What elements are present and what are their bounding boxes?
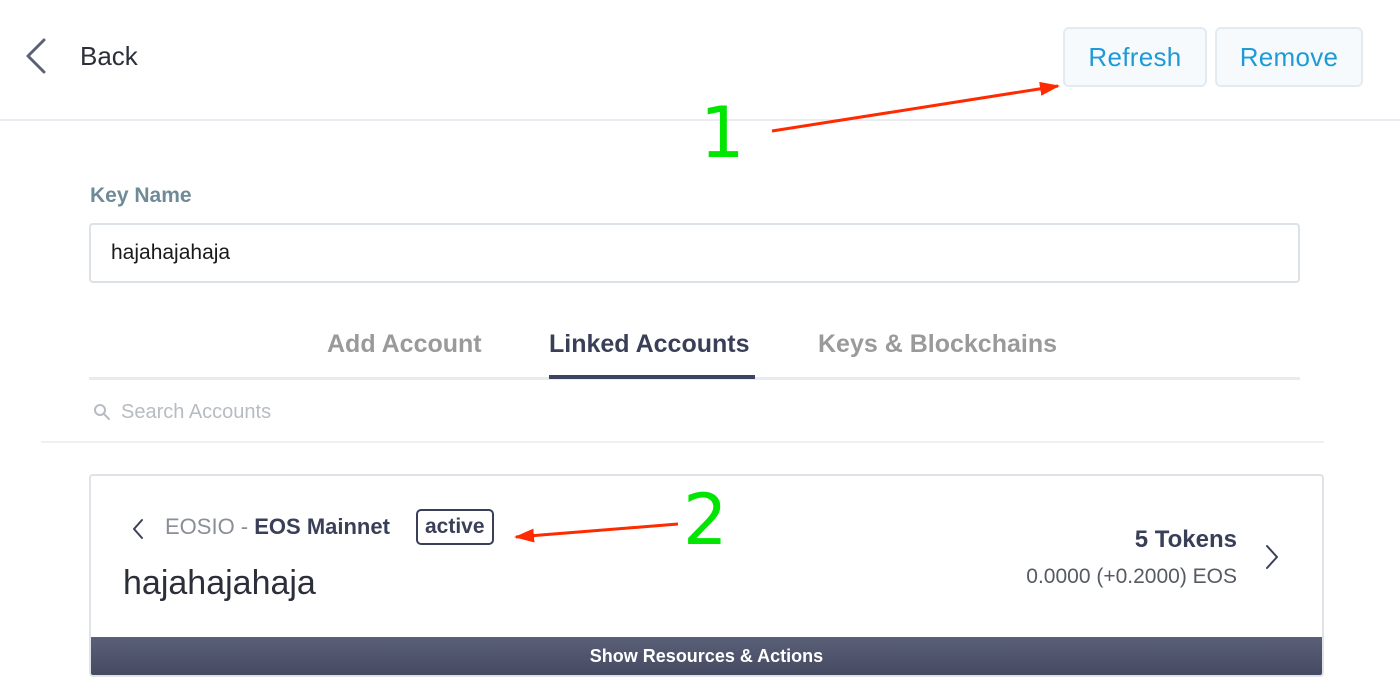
account-name: hajahajahaja [123, 564, 316, 602]
search-icon [94, 404, 110, 420]
tab-bar: Add Account Linked Accounts Keys & Block… [89, 318, 1300, 380]
chevron-left-icon [26, 38, 46, 74]
back-label: Back [80, 40, 138, 71]
annotation-number-2: 2 [683, 479, 728, 561]
token-count: 5 Tokens [1134, 526, 1237, 553]
active-tab-indicator [549, 375, 755, 379]
account-balance: 0.0000 (+0.2000) EOS [1026, 565, 1237, 588]
chain-prefix: EOSIO [165, 514, 235, 539]
tab-add-account[interactable]: Add Account [327, 330, 482, 359]
back-button[interactable]: Back [24, 36, 138, 76]
tab-keys-blockchains[interactable]: Keys & Blockchains [818, 330, 1057, 359]
key-name-input[interactable]: hajahajahaja [89, 223, 1300, 283]
permission-badge: active [416, 509, 494, 545]
refresh-button[interactable]: Refresh [1063, 27, 1207, 87]
chevron-right-icon[interactable] [1264, 544, 1280, 570]
remove-button[interactable]: Remove [1215, 27, 1363, 87]
tab-linked-accounts[interactable]: Linked Accounts [549, 330, 750, 359]
key-name-label: Key Name [90, 184, 192, 207]
show-resources-button[interactable]: Show Resources & Actions [91, 637, 1322, 675]
search-bar [93, 396, 521, 428]
network-name: EOS Mainnet [254, 514, 390, 539]
annotation-number-1: 1 [700, 92, 745, 174]
chain-label: EOSIO - EOS Mainnet [165, 514, 390, 540]
divider [41, 441, 1324, 443]
chain-separator: - [234, 514, 255, 539]
search-input[interactable] [121, 400, 521, 424]
chevron-left-icon[interactable] [131, 518, 145, 540]
